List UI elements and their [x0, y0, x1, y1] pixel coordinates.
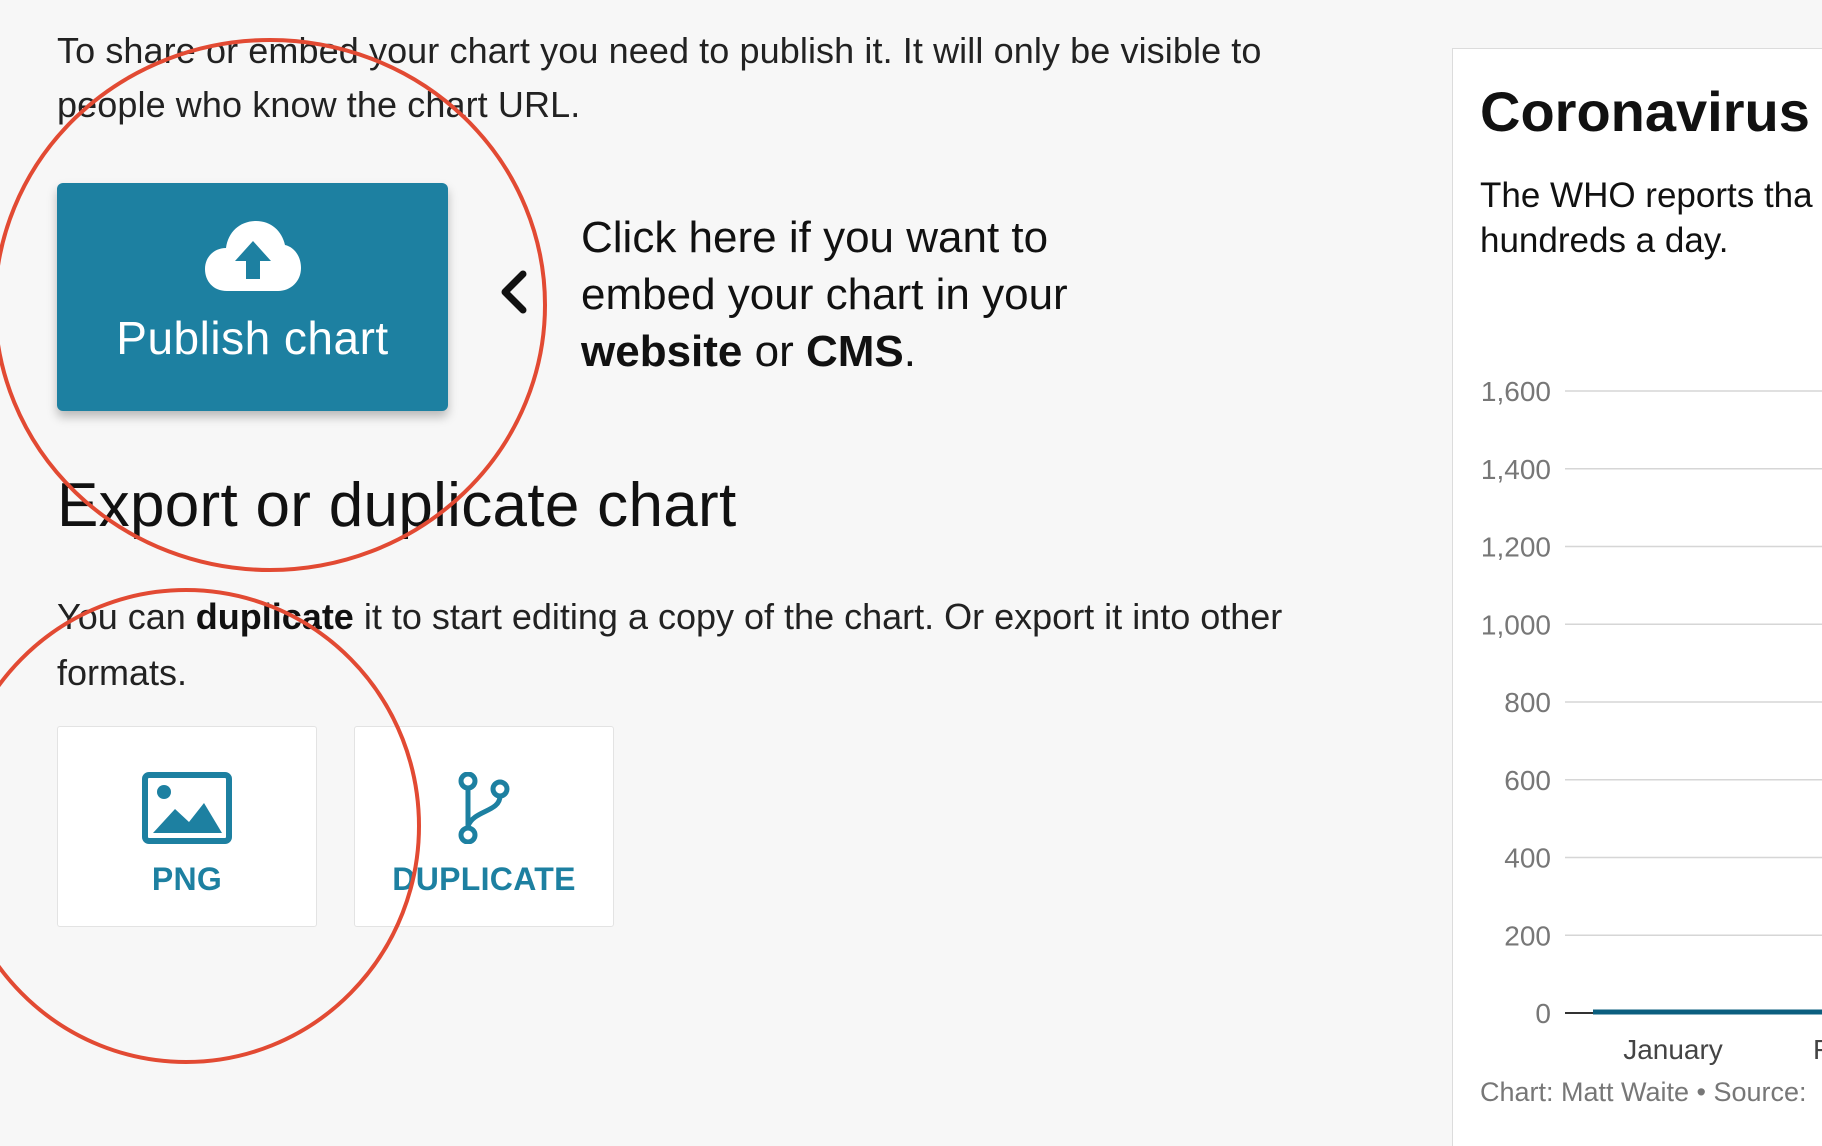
intro-text-line1: To share or embed your chart you need to…	[57, 30, 1262, 71]
image-icon	[142, 772, 232, 844]
preview-desc-line1: The WHO reports tha	[1480, 176, 1813, 215]
callout-line3: website or CMS.	[581, 323, 1141, 380]
duplicate-button[interactable]: DUPLICATE	[354, 726, 614, 927]
callout-end: .	[903, 327, 916, 376]
y-tick-label: 200	[1504, 920, 1551, 951]
callout-line2: embed your chart in your	[581, 270, 1068, 319]
publish-page: To share or embed your chart you need to…	[0, 0, 1822, 1146]
y-tick-label: 1,600	[1481, 376, 1551, 407]
tile-icon-wrap	[355, 771, 613, 845]
preview-line-chart: 1,600 1,400 1,200 1,000 800 600 400 200 0 January…	[1481, 376, 1822, 1065]
callout-bold-cms: CMS	[805, 327, 904, 376]
export-text-bold: duplicate	[195, 596, 354, 637]
y-tick-label: 400	[1504, 843, 1551, 874]
y-tick-label: 1,200	[1481, 532, 1551, 563]
publish-callout: Click here if you want to embed your cha…	[581, 209, 1141, 380]
y-tick-label: 600	[1504, 765, 1551, 796]
duplicate-label: DUPLICATE	[392, 861, 576, 897]
export-text-after: it to start editing a copy of the chart.…	[353, 596, 1283, 637]
callout-bold-website: website	[581, 327, 743, 376]
export-section-title: Export or duplicate chart	[57, 471, 737, 540]
publish-chart-label: Publish chart	[116, 312, 389, 364]
y-tick-label: 0	[1535, 998, 1551, 1029]
export-text-before: You can	[57, 596, 196, 637]
y-tick-label: 800	[1504, 687, 1551, 718]
export-text: You can duplicate it to start editing a …	[57, 589, 1317, 701]
y-tick-label: 1,000	[1481, 609, 1551, 640]
export-png-button[interactable]: PNG	[57, 726, 317, 927]
preview-description: The WHO reports tha hundreds a day.	[1480, 173, 1822, 263]
cloud-upload-icon	[205, 221, 301, 291]
export-text-line1: You can duplicate it to start editing a …	[57, 589, 1317, 645]
preview-footer: Chart: Matt Waite • Source:	[1480, 1077, 1807, 1107]
chart-preview: Coronavirus c The WHO reports tha hundre…	[1452, 48, 1822, 1146]
callout-line1: Click here if you want to	[581, 213, 1049, 262]
x-tick-label: January	[1623, 1034, 1723, 1065]
intro-text: To share or embed your chart you need to…	[57, 24, 1317, 132]
intro-text-line2: people who know the chart URL.	[57, 84, 581, 125]
x-tick-label: Fe	[1813, 1034, 1822, 1065]
callout-mid: or	[742, 327, 806, 376]
preview-title: Coronavirus c	[1480, 80, 1822, 143]
publish-chart-button[interactable]: Publish chart	[57, 183, 448, 411]
fork-icon	[458, 771, 510, 845]
y-tick-label: 1,400	[1481, 454, 1551, 485]
tile-icon-wrap	[58, 772, 316, 844]
chevron-left-icon	[501, 270, 527, 314]
preview-desc-line2: hundreds a day.	[1480, 221, 1729, 260]
export-text-line2: formats.	[57, 652, 188, 693]
png-label: PNG	[151, 861, 223, 897]
